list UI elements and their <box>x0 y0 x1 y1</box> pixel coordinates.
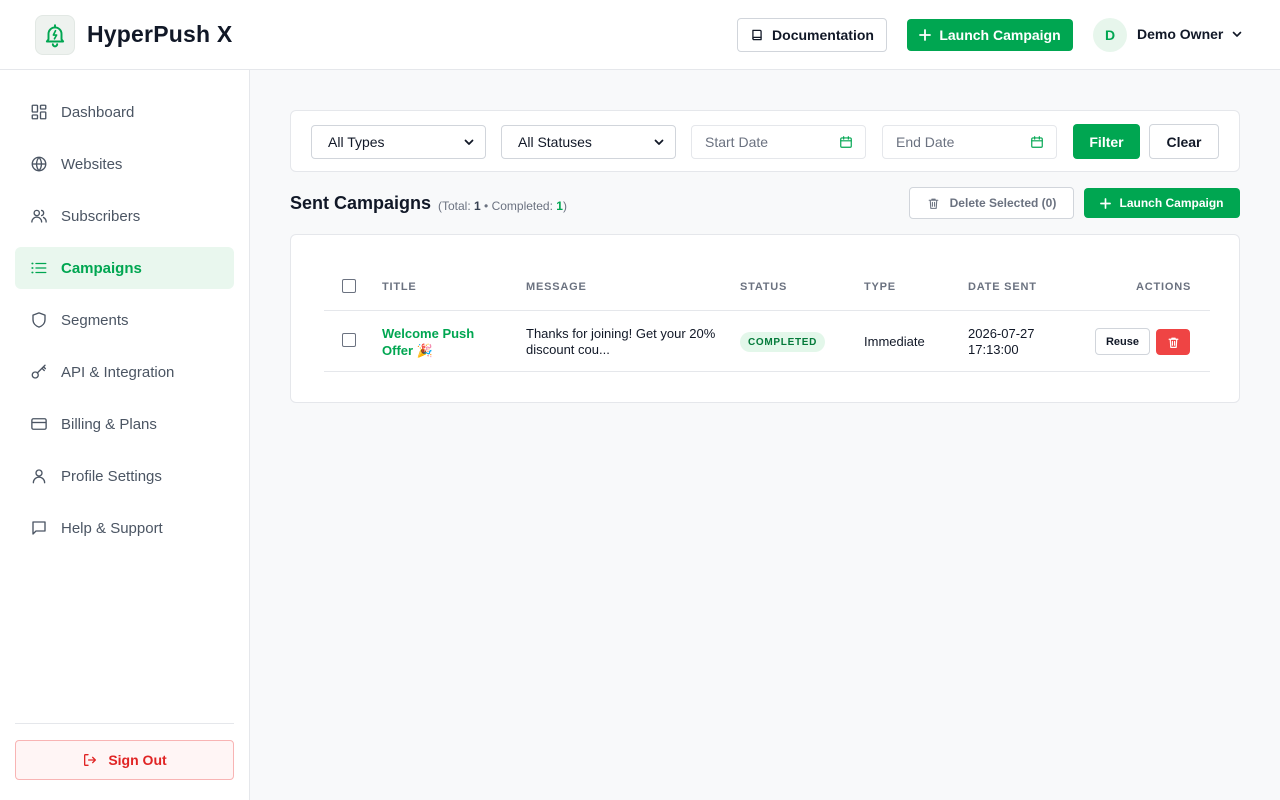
chevron-down-icon[interactable] <box>1231 28 1243 40</box>
sidebar-item-label: Help & Support <box>61 519 163 537</box>
type-select[interactable]: All Types <box>311 125 486 159</box>
date-sent: 2026-07-27 17:13:00 <box>968 326 1035 358</box>
plus-icon <box>1100 197 1112 209</box>
section-title: Sent Campaigns <box>290 193 432 213</box>
date-sent-date: 2026-07-27 <box>968 326 1035 341</box>
avatar[interactable]: D <box>1093 18 1127 52</box>
completed-count: 1 <box>556 199 563 213</box>
chevron-down-icon <box>654 139 664 145</box>
sidebar-item-label: API & Integration <box>61 363 175 381</box>
sidebar-item-label: Subscribers <box>61 207 141 225</box>
row-divider <box>324 371 1210 372</box>
campaign-message: Thanks for joining! Get your 20% discoun… <box>526 326 716 357</box>
sidebar-item-api[interactable]: API & Integration <box>15 351 234 393</box>
column-header-date-sent: DATE SENT <box>968 281 1037 293</box>
clear-button[interactable]: Clear <box>1149 124 1219 159</box>
select-all-checkbox[interactable] <box>342 279 356 293</box>
column-header-message: MESSAGE <box>526 281 587 293</box>
end-date-placeholder: End Date <box>896 134 955 150</box>
sidebar-item-label: Dashboard <box>61 103 135 121</box>
column-header-title: TITLE <box>382 281 417 293</box>
campaigns-table: TITLE MESSAGE STATUS TYPE DATE SENT ACTI… <box>290 234 1240 403</box>
bell-logo-icon[interactable] <box>35 15 75 55</box>
type-select-value: All Types <box>328 134 385 150</box>
sidebar-item-dashboard[interactable]: Dashboard <box>15 91 234 133</box>
calendar-icon[interactable] <box>1030 135 1044 149</box>
user-icon <box>32 469 46 484</box>
header-divider <box>324 310 1210 311</box>
sidebar-item-billing[interactable]: Billing & Plans <box>15 403 234 445</box>
launch-campaign-label: Launch Campaign <box>939 27 1061 43</box>
row-checkbox[interactable] <box>342 333 356 347</box>
status-select-value: All Statuses <box>518 134 592 150</box>
sidebar-item-label: Campaigns <box>61 259 142 277</box>
end-date-input[interactable]: End Date <box>882 125 1057 159</box>
sidebar: Dashboard Websites Subscribers Campaigns… <box>0 70 250 800</box>
column-header-type: TYPE <box>864 281 896 293</box>
trash-icon <box>928 198 939 209</box>
filter-button[interactable]: Filter <box>1073 124 1140 159</box>
launch-campaign-button[interactable]: Launch Campaign <box>907 19 1073 51</box>
status-badge: COMPLETED <box>740 332 826 352</box>
credit-card-icon <box>31 418 47 430</box>
filter-bar: All Types All Statuses Start Date End Da… <box>290 110 1240 172</box>
key-icon <box>31 364 47 379</box>
sidebar-item-subscribers[interactable]: Subscribers <box>15 195 234 237</box>
column-header-status: STATUS <box>740 281 788 293</box>
top-header: HyperPush X Documentation Launch Campaig… <box>0 0 1280 70</box>
list-icon <box>31 262 47 274</box>
trash-icon <box>1168 337 1178 348</box>
logout-icon <box>84 754 97 766</box>
calendar-icon[interactable] <box>839 135 853 149</box>
launch-campaign-label: Launch Campaign <box>1119 196 1224 210</box>
plus-icon <box>919 29 932 41</box>
sidebar-divider <box>15 723 234 724</box>
book-icon <box>752 29 762 41</box>
total-count: 1 <box>474 199 481 213</box>
sidebar-item-profile[interactable]: Profile Settings <box>15 455 234 497</box>
delete-selected-label: Delete Selected (0) <box>949 196 1057 210</box>
meta-suffix: ) <box>562 199 567 213</box>
users-icon <box>31 209 47 223</box>
shield-icon <box>32 312 46 328</box>
delete-selected-button[interactable]: Delete Selected (0) <box>909 187 1074 219</box>
sidebar-item-websites[interactable]: Websites <box>15 143 234 185</box>
sidebar-item-label: Websites <box>61 155 123 173</box>
column-header-actions: ACTIONS <box>1136 281 1192 293</box>
documentation-label: Documentation <box>772 27 874 43</box>
start-date-placeholder: Start Date <box>705 134 769 150</box>
campaign-type: Immediate <box>864 334 925 349</box>
meta-prefix: (Total: <box>438 199 475 213</box>
globe-icon <box>31 156 47 172</box>
status-select[interactable]: All Statuses <box>501 125 676 159</box>
sidebar-item-label: Segments <box>61 311 129 329</box>
campaign-title-link[interactable]: Welcome Push Offer 🎉 <box>382 325 502 359</box>
delete-row-button[interactable] <box>1156 329 1190 355</box>
start-date-input[interactable]: Start Date <box>691 125 866 159</box>
sidebar-item-label: Profile Settings <box>61 467 162 485</box>
sign-out-label: Sign Out <box>108 752 167 768</box>
message-icon <box>32 521 46 535</box>
launch-campaign-button-secondary[interactable]: Launch Campaign <box>1084 188 1240 218</box>
sidebar-item-campaigns[interactable]: Campaigns <box>15 247 234 289</box>
user-name[interactable]: Demo Owner <box>1137 26 1223 42</box>
chevron-down-icon <box>464 139 474 145</box>
sidebar-item-label: Billing & Plans <box>61 415 157 433</box>
documentation-button[interactable]: Documentation <box>737 18 887 52</box>
sidebar-item-help[interactable]: Help & Support <box>15 507 234 549</box>
section-meta: (Total: 1 • Completed: 1) <box>438 199 567 213</box>
date-sent-time: 17:13:00 <box>968 342 1019 357</box>
reuse-button[interactable]: Reuse <box>1095 328 1150 355</box>
dashboard-icon <box>31 104 47 120</box>
meta-separator: • Completed: <box>480 199 557 213</box>
sidebar-item-segments[interactable]: Segments <box>15 299 234 341</box>
app-title: HyperPush X <box>87 21 233 47</box>
sign-out-button[interactable]: Sign Out <box>15 740 234 780</box>
